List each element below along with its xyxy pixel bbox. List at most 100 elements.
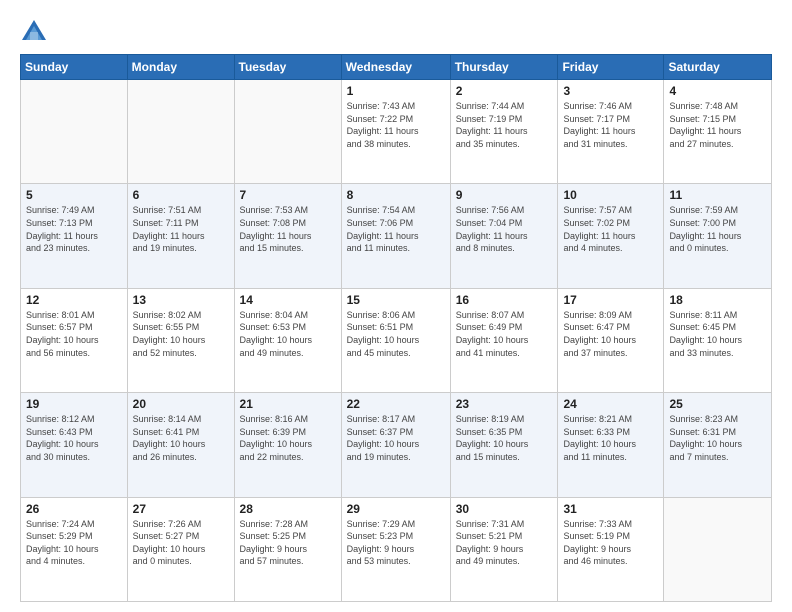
day-info: Sunrise: 7:33 AM Sunset: 5:19 PM Dayligh… bbox=[563, 518, 658, 568]
day-number: 29 bbox=[347, 502, 445, 516]
day-number: 23 bbox=[456, 397, 553, 411]
day-number: 31 bbox=[563, 502, 658, 516]
day-number: 17 bbox=[563, 293, 658, 307]
day-cell: 22 Sunrise: 8:17 AM Sunset: 6:37 PM Dayli… bbox=[341, 393, 450, 497]
weekday-header-sunday: Sunday bbox=[21, 55, 128, 80]
day-number: 28 bbox=[240, 502, 336, 516]
day-number: 24 bbox=[563, 397, 658, 411]
weekday-header-row: SundayMondayTuesdayWednesdayThursdayFrid… bbox=[21, 55, 772, 80]
day-info: Sunrise: 8:12 AM Sunset: 6:43 PM Dayligh… bbox=[26, 413, 122, 463]
day-cell: 5 Sunrise: 7:49 AM Sunset: 7:13 PM Daylig… bbox=[21, 184, 128, 288]
week-row-2: 5 Sunrise: 7:49 AM Sunset: 7:13 PM Daylig… bbox=[21, 184, 772, 288]
week-row-4: 19 Sunrise: 8:12 AM Sunset: 6:43 PM Dayli… bbox=[21, 393, 772, 497]
page: SundayMondayTuesdayWednesdayThursdayFrid… bbox=[0, 0, 792, 612]
day-cell: 4 Sunrise: 7:48 AM Sunset: 7:15 PM Daylig… bbox=[664, 80, 772, 184]
day-cell: 27Sunrise: 7:26 AM Sunset: 5:27 PM Dayli… bbox=[127, 497, 234, 601]
day-cell: 14 Sunrise: 8:04 AM Sunset: 6:53 PM Dayli… bbox=[234, 288, 341, 392]
day-number: 30 bbox=[456, 502, 553, 516]
weekday-header-monday: Monday bbox=[127, 55, 234, 80]
day-info: Sunrise: 8:06 AM Sunset: 6:51 PM Dayligh… bbox=[347, 309, 445, 359]
day-info: Sunrise: 7:49 AM Sunset: 7:13 PM Dayligh… bbox=[26, 204, 122, 254]
day-info: Sunrise: 8:19 AM Sunset: 6:35 PM Dayligh… bbox=[456, 413, 553, 463]
day-info: Sunrise: 8:17 AM Sunset: 6:37 PM Dayligh… bbox=[347, 413, 445, 463]
day-number: 3 bbox=[563, 84, 658, 98]
day-info: Sunrise: 8:16 AM Sunset: 6:39 PM Dayligh… bbox=[240, 413, 336, 463]
day-number: 12 bbox=[26, 293, 122, 307]
day-number: 19 bbox=[26, 397, 122, 411]
weekday-header-tuesday: Tuesday bbox=[234, 55, 341, 80]
day-cell: 7Sunrise: 7:53 AM Sunset: 7:08 PM Daylig… bbox=[234, 184, 341, 288]
day-cell: 23 Sunrise: 8:19 AM Sunset: 6:35 PM Dayli… bbox=[450, 393, 558, 497]
day-number: 25 bbox=[669, 397, 766, 411]
day-number: 26 bbox=[26, 502, 122, 516]
day-number: 5 bbox=[26, 188, 122, 202]
day-info: Sunrise: 7:28 AM Sunset: 5:25 PM Dayligh… bbox=[240, 518, 336, 568]
weekday-header-thursday: Thursday bbox=[450, 55, 558, 80]
day-info: Sunrise: 8:04 AM Sunset: 6:53 PM Dayligh… bbox=[240, 309, 336, 359]
day-info: Sunrise: 7:54 AM Sunset: 7:06 PM Dayligh… bbox=[347, 204, 445, 254]
day-info: Sunrise: 7:29 AM Sunset: 5:23 PM Dayligh… bbox=[347, 518, 445, 568]
day-number: 4 bbox=[669, 84, 766, 98]
day-number: 10 bbox=[563, 188, 658, 202]
top-area bbox=[20, 18, 772, 46]
day-cell: 19 Sunrise: 8:12 AM Sunset: 6:43 PM Dayli… bbox=[21, 393, 128, 497]
day-cell: 3 Sunrise: 7:46 AM Sunset: 7:17 PM Daylig… bbox=[558, 80, 664, 184]
logo bbox=[20, 18, 52, 46]
day-cell: 8 Sunrise: 7:54 AM Sunset: 7:06 PM Daylig… bbox=[341, 184, 450, 288]
day-cell: 21 Sunrise: 8:16 AM Sunset: 6:39 PM Dayli… bbox=[234, 393, 341, 497]
day-number: 15 bbox=[347, 293, 445, 307]
day-info: Sunrise: 7:31 AM Sunset: 5:21 PM Dayligh… bbox=[456, 518, 553, 568]
day-cell bbox=[21, 80, 128, 184]
day-number: 7 bbox=[240, 188, 336, 202]
day-number: 1 bbox=[347, 84, 445, 98]
day-number: 6 bbox=[133, 188, 229, 202]
day-number: 21 bbox=[240, 397, 336, 411]
day-cell: 25 Sunrise: 8:23 AM Sunset: 6:31 PM Dayli… bbox=[664, 393, 772, 497]
day-info: Sunrise: 7:48 AM Sunset: 7:15 PM Dayligh… bbox=[669, 100, 766, 150]
day-number: 2 bbox=[456, 84, 553, 98]
day-info: Sunrise: 8:07 AM Sunset: 6:49 PM Dayligh… bbox=[456, 309, 553, 359]
calendar: SundayMondayTuesdayWednesdayThursdayFrid… bbox=[20, 54, 772, 602]
day-info: Sunrise: 8:14 AM Sunset: 6:41 PM Dayligh… bbox=[133, 413, 229, 463]
day-number: 16 bbox=[456, 293, 553, 307]
day-cell: 12 Sunrise: 8:01 AM Sunset: 6:57 PM Dayli… bbox=[21, 288, 128, 392]
day-cell: 30 Sunrise: 7:31 AM Sunset: 5:21 PM Dayli… bbox=[450, 497, 558, 601]
day-cell: 6Sunrise: 7:51 AM Sunset: 7:11 PM Daylig… bbox=[127, 184, 234, 288]
day-number: 22 bbox=[347, 397, 445, 411]
day-cell: 9 Sunrise: 7:56 AM Sunset: 7:04 PM Daylig… bbox=[450, 184, 558, 288]
day-cell: 18 Sunrise: 8:11 AM Sunset: 6:45 PM Dayli… bbox=[664, 288, 772, 392]
day-cell: 13Sunrise: 8:02 AM Sunset: 6:55 PM Dayli… bbox=[127, 288, 234, 392]
day-number: 8 bbox=[347, 188, 445, 202]
day-info: Sunrise: 7:59 AM Sunset: 7:00 PM Dayligh… bbox=[669, 204, 766, 254]
day-cell bbox=[234, 80, 341, 184]
week-row-5: 26 Sunrise: 7:24 AM Sunset: 5:29 PM Dayli… bbox=[21, 497, 772, 601]
day-number: 27 bbox=[133, 502, 229, 516]
day-info: Sunrise: 8:23 AM Sunset: 6:31 PM Dayligh… bbox=[669, 413, 766, 463]
day-number: 14 bbox=[240, 293, 336, 307]
day-cell: 15 Sunrise: 8:06 AM Sunset: 6:51 PM Dayli… bbox=[341, 288, 450, 392]
day-number: 11 bbox=[669, 188, 766, 202]
day-cell: 26 Sunrise: 7:24 AM Sunset: 5:29 PM Dayli… bbox=[21, 497, 128, 601]
day-cell: 16 Sunrise: 8:07 AM Sunset: 6:49 PM Dayli… bbox=[450, 288, 558, 392]
day-cell: 31 Sunrise: 7:33 AM Sunset: 5:19 PM Dayli… bbox=[558, 497, 664, 601]
weekday-header-saturday: Saturday bbox=[664, 55, 772, 80]
day-info: Sunrise: 8:01 AM Sunset: 6:57 PM Dayligh… bbox=[26, 309, 122, 359]
day-info: Sunrise: 8:11 AM Sunset: 6:45 PM Dayligh… bbox=[669, 309, 766, 359]
day-info: Sunrise: 8:09 AM Sunset: 6:47 PM Dayligh… bbox=[563, 309, 658, 359]
day-cell bbox=[664, 497, 772, 601]
day-info: Sunrise: 8:21 AM Sunset: 6:33 PM Dayligh… bbox=[563, 413, 658, 463]
day-cell: 29 Sunrise: 7:29 AM Sunset: 5:23 PM Dayli… bbox=[341, 497, 450, 601]
day-info: Sunrise: 7:56 AM Sunset: 7:04 PM Dayligh… bbox=[456, 204, 553, 254]
logo-icon bbox=[20, 18, 48, 46]
day-info: Sunrise: 7:24 AM Sunset: 5:29 PM Dayligh… bbox=[26, 518, 122, 568]
day-cell: 11 Sunrise: 7:59 AM Sunset: 7:00 PM Dayli… bbox=[664, 184, 772, 288]
day-cell: 17 Sunrise: 8:09 AM Sunset: 6:47 PM Dayli… bbox=[558, 288, 664, 392]
day-number: 20 bbox=[133, 397, 229, 411]
week-row-3: 12 Sunrise: 8:01 AM Sunset: 6:57 PM Dayli… bbox=[21, 288, 772, 392]
week-row-1: 1Sunrise: 7:43 AM Sunset: 7:22 PM Daylig… bbox=[21, 80, 772, 184]
day-number: 9 bbox=[456, 188, 553, 202]
day-number: 13 bbox=[133, 293, 229, 307]
day-info: Sunrise: 7:46 AM Sunset: 7:17 PM Dayligh… bbox=[563, 100, 658, 150]
day-number: 18 bbox=[669, 293, 766, 307]
weekday-header-wednesday: Wednesday bbox=[341, 55, 450, 80]
